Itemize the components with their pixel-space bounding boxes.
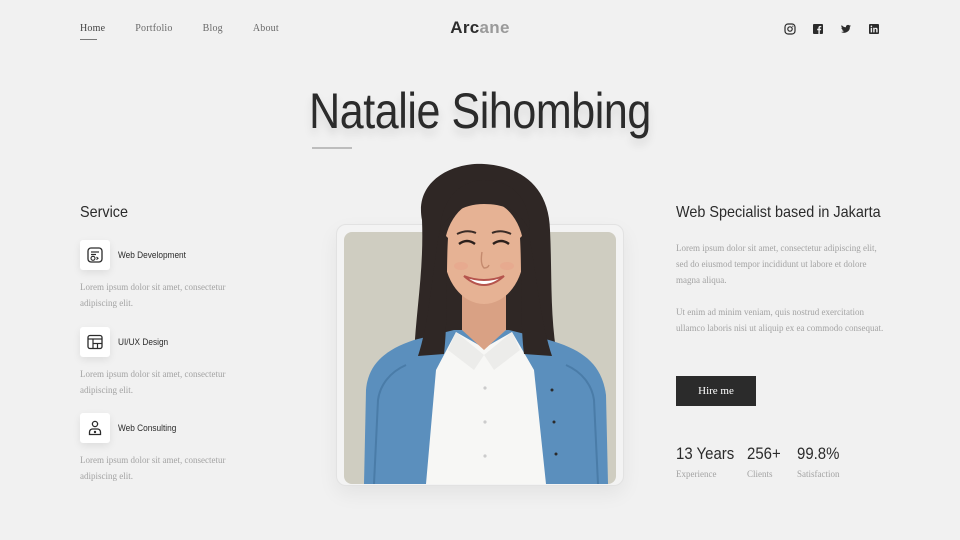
hire-me-button[interactable]: Hire me <box>676 376 756 406</box>
user-consult-icon <box>80 413 110 443</box>
service-name: Web Development <box>118 250 186 260</box>
about-heading: Web Specialist based in Jakarta <box>676 204 881 221</box>
social-links <box>784 23 880 35</box>
portrait-photo <box>364 163 608 484</box>
service-description: Lorem ipsum dolor sit amet, consectetur … <box>80 282 226 308</box>
stat-satisfaction: 99.8% Satisfaction <box>797 444 845 479</box>
stat-label: Satisfaction <box>797 469 840 479</box>
instagram-icon[interactable] <box>784 23 796 35</box>
logo-dark-part: Arc <box>450 18 480 37</box>
service-item-ui-ux-design: UI/UX Design Lorem ipsum dolor sit amet,… <box>80 327 280 398</box>
service-name: Web Consulting <box>118 423 177 433</box>
service-name: UI/UX Design <box>118 337 169 347</box>
service-item-web-consulting: Web Consulting Lorem ipsum dolor sit ame… <box>80 413 280 484</box>
layout-grid-icon <box>80 327 110 357</box>
hero-underline <box>312 147 352 149</box>
facebook-icon[interactable] <box>812 23 824 35</box>
twitter-icon[interactable] <box>840 23 852 35</box>
stat-value: 99.8% <box>797 444 840 463</box>
hero-name: Natalie Sihombing <box>309 83 651 139</box>
code-window-icon <box>80 240 110 270</box>
service-description: Lorem ipsum dolor sit amet, consectetur … <box>80 369 226 395</box>
top-nav: Home Portfolio Blog About Arcane <box>0 0 960 60</box>
stat-label: Clients <box>747 469 773 479</box>
stat-value: 256+ <box>747 444 781 463</box>
about-paragraph-2: Ut enim ad minim veniam, quis nostrud ex… <box>676 307 884 333</box>
about-paragraph-1: Lorem ipsum dolor sit amet, consectetur … <box>676 243 877 285</box>
stat-label: Experience <box>676 469 717 479</box>
service-heading: Service <box>80 204 129 221</box>
stat-value: 13 Years <box>676 444 735 463</box>
stat-clients: 256+ Clients <box>747 444 785 479</box>
stat-experience: 13 Years Experience <box>676 444 742 479</box>
logo-light-part: ane <box>479 18 510 37</box>
linkedin-icon[interactable] <box>868 23 880 35</box>
service-item-web-development: Web Development Lorem ipsum dolor sit am… <box>80 240 280 311</box>
service-description: Lorem ipsum dolor sit amet, consectetur … <box>80 455 226 481</box>
